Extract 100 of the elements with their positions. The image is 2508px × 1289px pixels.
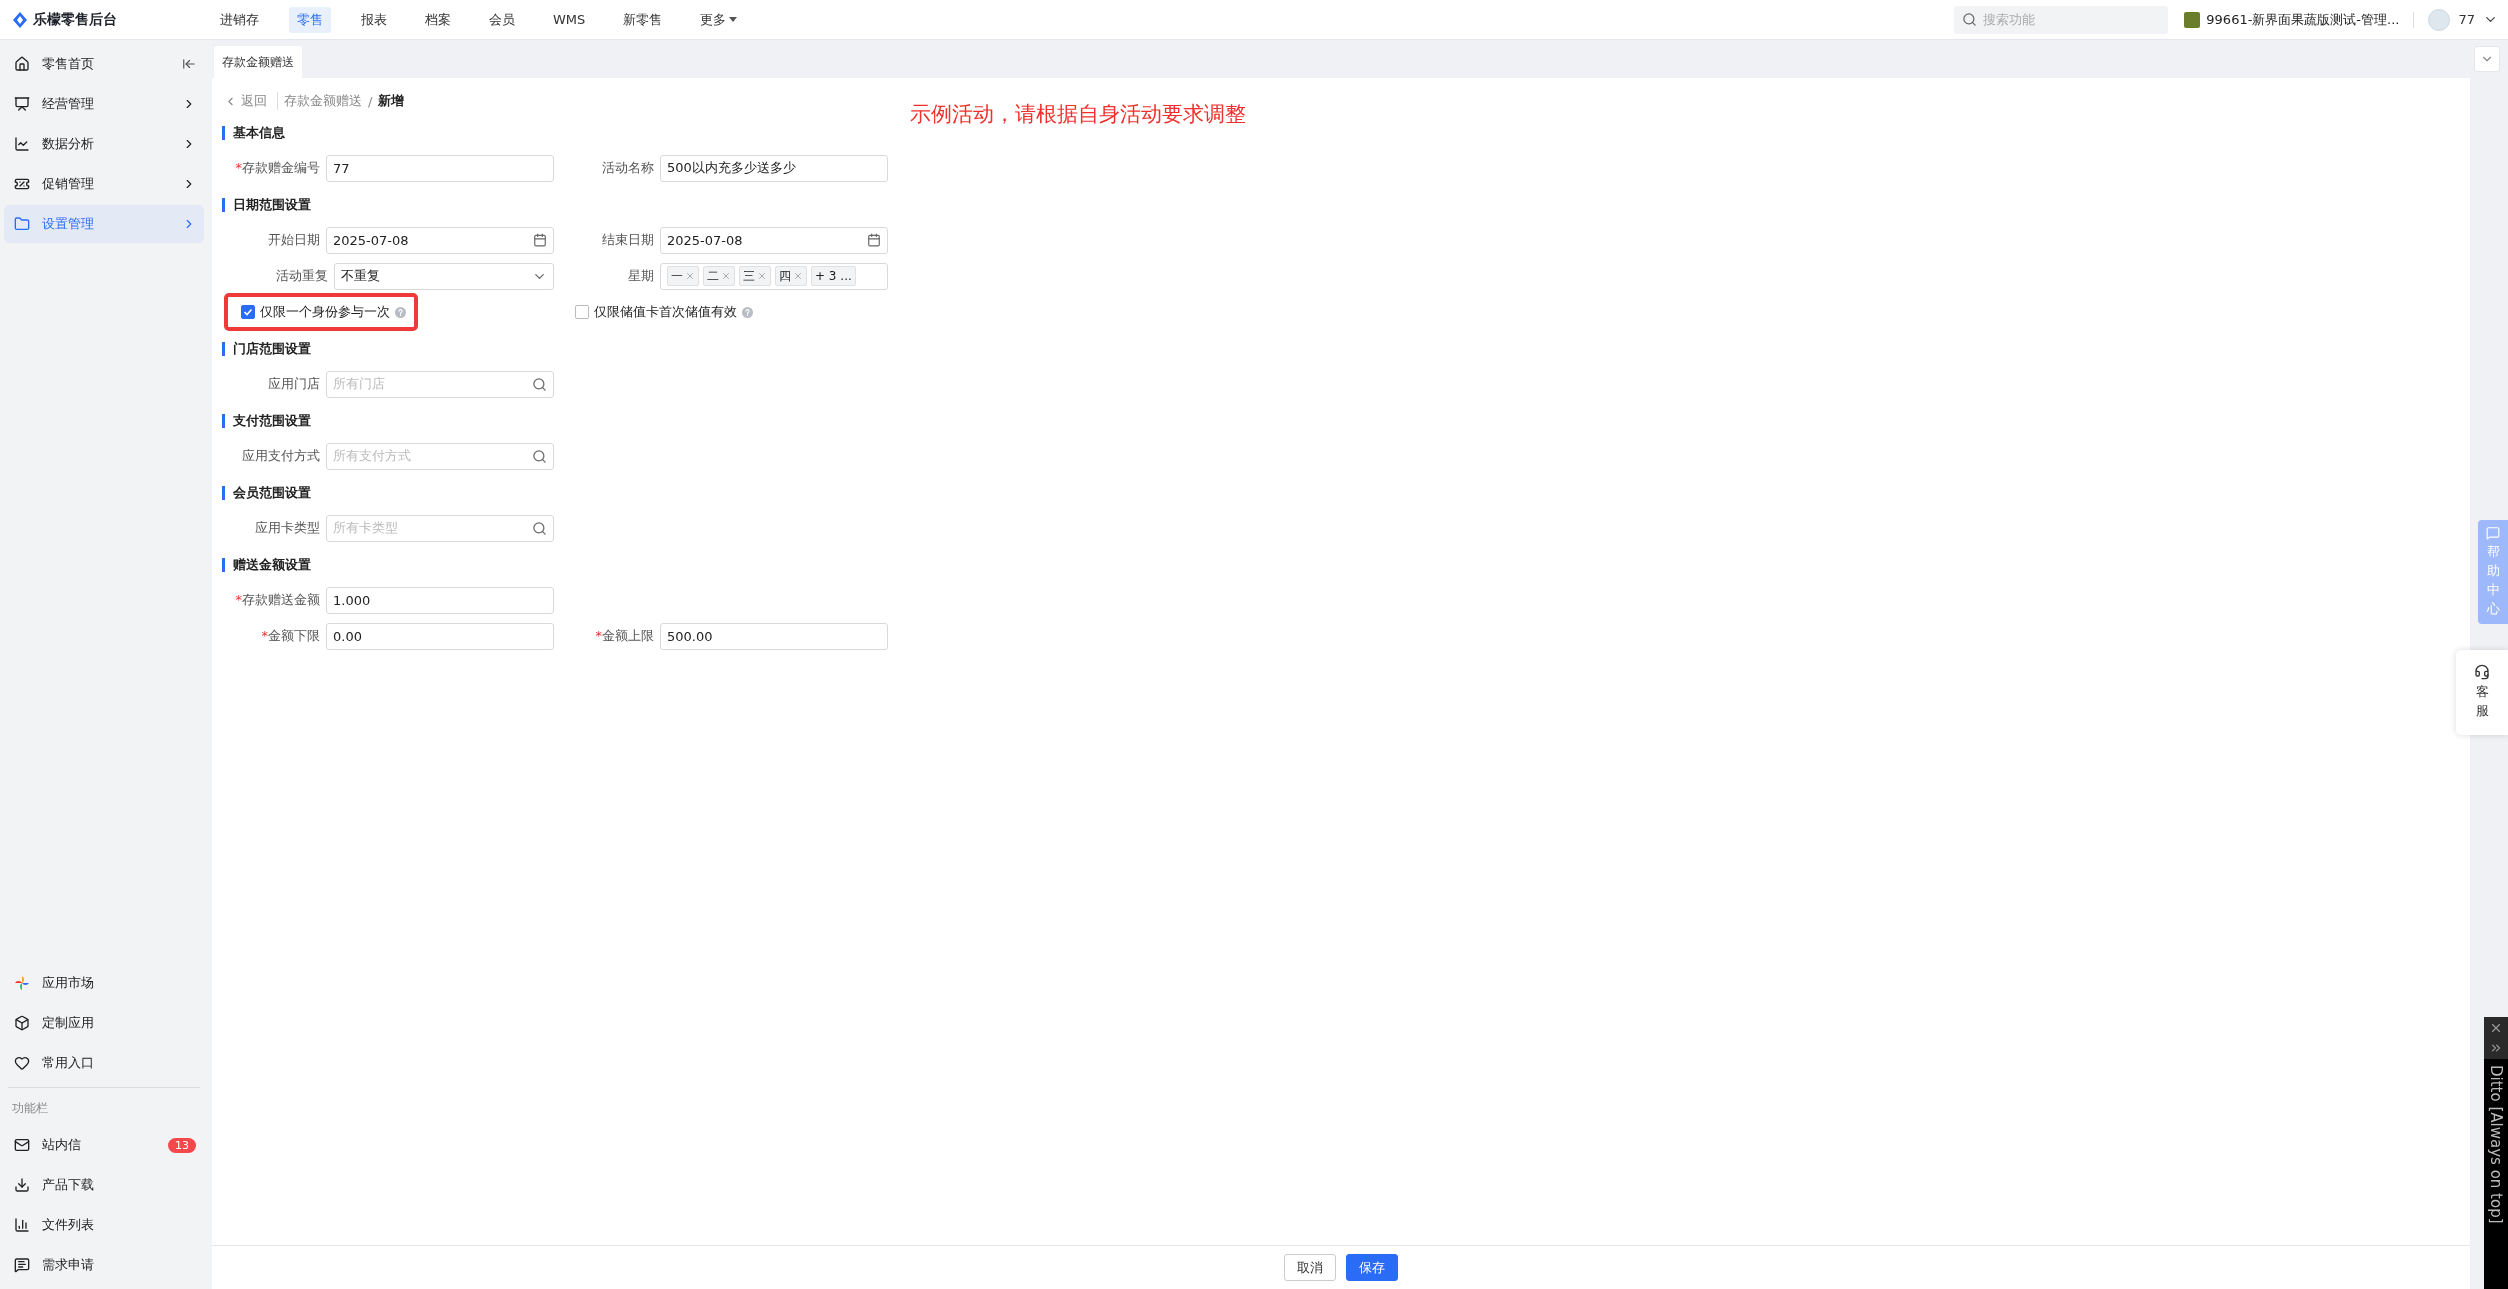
app-market-icon xyxy=(14,975,30,991)
section-title: 会员范围设置 xyxy=(222,486,2462,500)
weekday-tag: 四 xyxy=(775,266,807,286)
section-label: 功能栏 xyxy=(11,1100,49,1117)
save-button[interactable]: 保存 xyxy=(1346,1254,1398,1281)
search-icon xyxy=(532,376,547,392)
sidebar-item[interactable]: 站内信 13 xyxy=(4,1126,204,1164)
help-icon[interactable] xyxy=(395,306,406,318)
menu-icon xyxy=(14,1217,30,1233)
breadcrumb-current: 新增 xyxy=(378,92,405,110)
menu-icon xyxy=(14,1137,30,1153)
checkmark-icon xyxy=(243,307,253,317)
field-label: 应用卡类型 xyxy=(254,519,320,537)
field-label: *金额下限 xyxy=(260,627,320,645)
select-field[interactable]: 不重复 xyxy=(334,262,554,290)
sidebar-item[interactable]: 促销管理 xyxy=(4,165,204,203)
menu-icon xyxy=(14,136,30,152)
field-label: 开始日期 xyxy=(267,231,320,249)
store-name[interactable]: 99661-新界面果蔬版测试-管理... xyxy=(2206,10,2400,29)
field-label: 活动重复 xyxy=(275,267,328,285)
chevrons-right-icon[interactable] xyxy=(2489,1041,2503,1055)
breadcrumb-link[interactable]: 存款金额赠送 xyxy=(284,92,362,110)
field-label: *存款赠金编号 xyxy=(234,159,320,177)
menu-icon xyxy=(14,176,30,192)
field-label: 应用支付方式 xyxy=(241,447,320,465)
sidebar-item[interactable]: 产品下载 xyxy=(4,1166,204,1204)
page-tab[interactable]: 存款金额赠送 xyxy=(214,46,302,78)
menu-icon xyxy=(14,96,30,112)
section-title: 门店范围设置 xyxy=(222,342,2462,356)
sidebar-item[interactable]: 应用市场 xyxy=(4,964,204,1002)
store-logo xyxy=(2184,11,2201,28)
menu-icon xyxy=(14,1177,30,1193)
input-field[interactable]: 0.00 xyxy=(326,622,554,650)
sidebar-item[interactable]: 文件列表 xyxy=(4,1206,204,1244)
search-icon xyxy=(532,520,547,536)
sidebar-item[interactable]: 数据分析 xyxy=(4,125,204,163)
section-title: 日期范围设置 xyxy=(222,198,2462,212)
close-icon[interactable] xyxy=(2489,1021,2503,1035)
menu-icon xyxy=(14,216,30,232)
field-label: *存款赠送金额 xyxy=(234,591,320,609)
logo-icon xyxy=(12,11,28,28)
window-title: Ditto [Always on top] xyxy=(2487,1065,2505,1224)
more-tags-tag: + 3 ... xyxy=(811,266,856,286)
date-field[interactable]: 2025-07-08 xyxy=(660,226,888,254)
nav-link[interactable]: 报表 xyxy=(353,6,395,33)
nav-link[interactable]: 档案 xyxy=(417,6,459,33)
user-name[interactable]: 77 xyxy=(2458,12,2475,27)
cancel-button[interactable]: 取消 xyxy=(1284,1254,1336,1281)
app-title: 乐檬零售后台 xyxy=(33,10,117,29)
caret-icon xyxy=(729,17,738,22)
date-field[interactable]: 2025-07-08 xyxy=(326,226,554,254)
weekday-tag: 二 xyxy=(703,266,735,286)
field-label: 应用门店 xyxy=(267,375,320,393)
menu-icon xyxy=(14,1055,30,1071)
nav-link[interactable]: WMS xyxy=(545,8,594,31)
weekday-tag: 一 xyxy=(667,266,699,286)
count-badge: 13 xyxy=(168,1137,196,1153)
field-label: 结束日期 xyxy=(601,231,654,249)
avatar[interactable] xyxy=(2428,8,2451,31)
field-label: 星期 xyxy=(627,267,654,285)
menu-icon xyxy=(14,56,30,72)
headset-icon xyxy=(2474,664,2490,680)
sidebar-item[interactable]: 定制应用 xyxy=(4,1004,204,1042)
checkbox[interactable] xyxy=(241,305,255,319)
nav-link[interactable]: 会员 xyxy=(481,6,523,33)
annotation-text: 示例活动，请根据自身活动要求调整 xyxy=(910,101,1246,128)
search-icon xyxy=(532,448,547,464)
section-title: 基本信息 xyxy=(222,126,2462,140)
help-icon[interactable] xyxy=(742,306,753,318)
collapse-icon[interactable] xyxy=(182,57,196,71)
input-field[interactable]: 500以内充多少送多少 xyxy=(660,154,888,182)
back-link[interactable]: 返回 xyxy=(224,92,278,110)
sidebar-item[interactable]: 经营管理 xyxy=(4,85,204,123)
checkbox-label: 仅限储值卡首次储值有效 xyxy=(594,303,737,321)
section-title: 支付范围设置 xyxy=(222,414,2462,428)
weekday-tag: 三 xyxy=(739,266,771,286)
customer-service-tab[interactable]: 客服 xyxy=(2456,650,2508,735)
field-label: *金额上限 xyxy=(594,627,654,645)
sidebar-item[interactable]: 常用入口 xyxy=(4,1044,204,1082)
sidebar-item[interactable]: 设置管理 xyxy=(4,205,204,243)
calendar-icon xyxy=(867,233,881,247)
breadcrumb-separator: / xyxy=(368,93,373,109)
sidebar-item[interactable]: 零售首页 xyxy=(4,45,204,83)
nav-link[interactable]: 零售 xyxy=(289,6,331,33)
input-field[interactable]: 500.00 xyxy=(660,622,888,650)
sidebar-item[interactable]: 需求申请 xyxy=(4,1246,204,1284)
input-field[interactable]: 1.000 xyxy=(326,586,554,614)
tabs-menu-button[interactable] xyxy=(2474,46,2500,72)
calendar-icon xyxy=(533,233,547,247)
search-icon xyxy=(1962,12,1978,27)
input-field[interactable]: 77 xyxy=(326,154,554,182)
nav-link[interactable]: 更多 xyxy=(692,6,746,33)
nav-link[interactable]: 新零售 xyxy=(615,6,671,33)
menu-icon xyxy=(14,1257,30,1273)
menu-icon xyxy=(14,1015,30,1031)
section-title: 赠送金额设置 xyxy=(222,558,2462,572)
checkbox-label: 仅限一个身份参与一次 xyxy=(260,303,390,321)
checkbox[interactable] xyxy=(575,305,589,319)
nav-link[interactable]: 进销存 xyxy=(212,6,267,33)
field-label: 活动名称 xyxy=(601,159,654,177)
